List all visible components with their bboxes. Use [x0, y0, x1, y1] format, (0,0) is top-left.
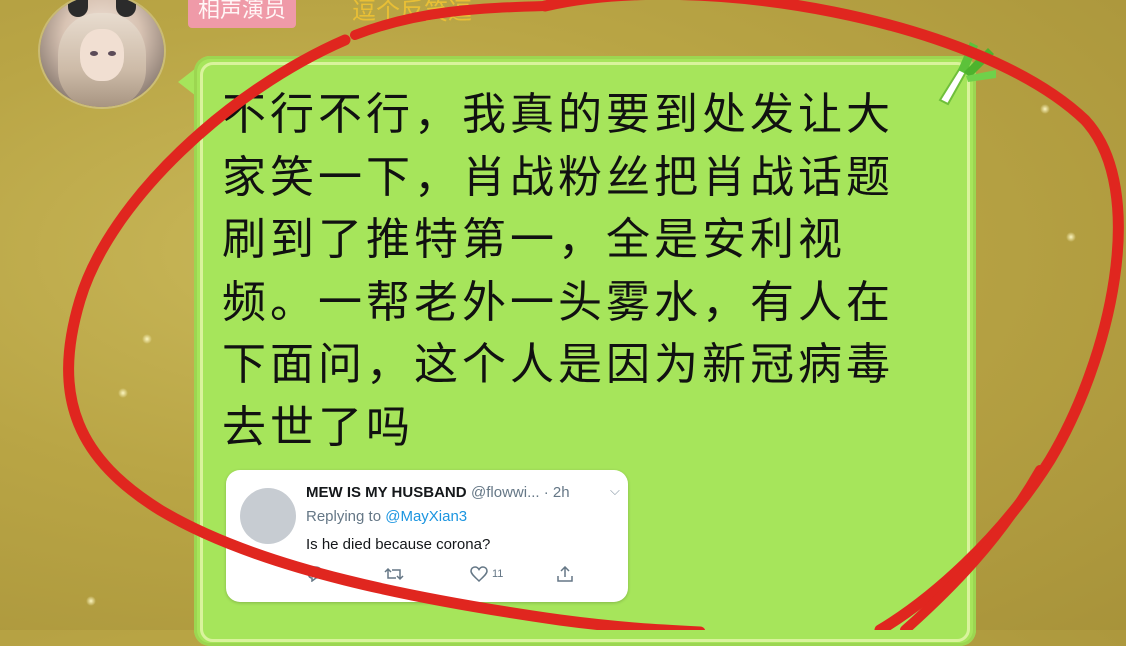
avatar-face: [80, 29, 124, 81]
tweet-handle-time: @flowwi... · 2h: [471, 484, 570, 501]
replying-to-link[interactable]: @MayXian3: [385, 508, 467, 525]
reply-icon: [307, 566, 323, 582]
chevron-down-icon[interactable]: ⌵: [610, 484, 620, 499]
background-sparkle: [142, 334, 152, 344]
retweet-icon: [384, 567, 404, 581]
like-count: 11: [492, 568, 504, 580]
avatar[interactable]: [40, 0, 164, 107]
retweet-button[interactable]: [384, 566, 404, 582]
background-sparkle: [1066, 232, 1076, 242]
sender-badge: 相声演员: [188, 0, 297, 28]
avatar-eye: [90, 51, 98, 56]
reply-button[interactable]: [306, 566, 324, 582]
tweet-avatar[interactable]: [240, 488, 296, 544]
background-sparkle: [118, 388, 128, 398]
tweet-replying-to: Replying to @MayXian3: [306, 508, 467, 525]
tweet-card[interactable]: MEW IS MY HUSBAND @flowwi... · 2h ⌵ Repl…: [226, 470, 628, 602]
replying-prefix: Replying to: [306, 508, 386, 525]
background-sparkle: [86, 596, 96, 606]
tweet-header: MEW IS MY HUSBAND @flowwi... · 2h: [306, 484, 570, 501]
tweet-actions: 11: [306, 566, 606, 586]
like-icon: [470, 566, 488, 582]
tweet-text: Is he died because corona?: [306, 536, 491, 553]
message-text: 不行不行，我真的要到处发让大 家笑一下，肖战粉丝把肖战话题 刷到了推特第一，全是…: [222, 89, 894, 453]
tweet-display-name[interactable]: MEW IS MY HUSBAND: [306, 484, 467, 501]
share-button[interactable]: [556, 566, 574, 582]
avatar-eye: [108, 51, 116, 56]
like-button[interactable]: 11: [470, 566, 503, 582]
background-sparkle: [1040, 104, 1050, 114]
share-icon: [557, 566, 573, 582]
sender-name: 逗个反笑逗: [352, 0, 472, 25]
